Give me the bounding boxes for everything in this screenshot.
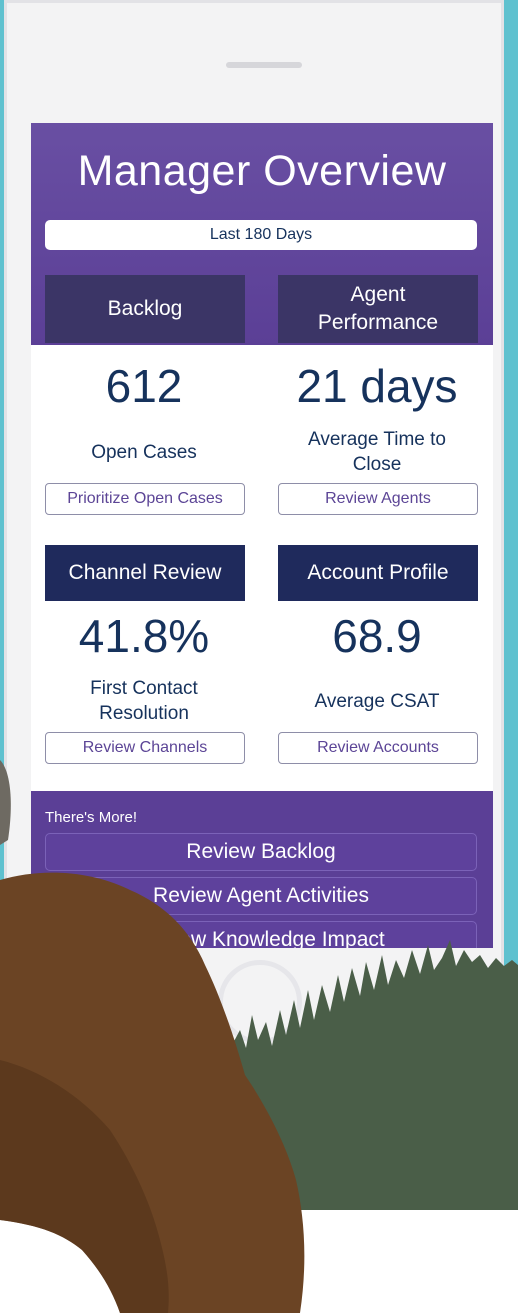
prioritize-open-cases-button[interactable]: Prioritize Open Cases	[45, 483, 245, 515]
card-header-label: Backlog	[107, 297, 183, 320]
page-title: Manager Overview	[77, 147, 447, 195]
caption-average-csat: Average CSAT	[314, 691, 440, 712]
metric-open-cases: 612	[105, 360, 183, 412]
caption-average-time-to-close: Average Time to Close	[307, 429, 446, 475]
review-accounts-button[interactable]: Review Accounts	[278, 732, 478, 764]
review-agents-button[interactable]: Review Agents	[278, 483, 478, 515]
card-header-label: Agent Performance	[317, 283, 439, 334]
caption-open-cases: Open Cases	[91, 442, 197, 463]
review-agent-activities-link[interactable]: Review Agent Activities	[45, 877, 477, 915]
card-header-backlog: Backlog	[45, 275, 245, 343]
app-screen: Manager Overview Last 180 Days Backlog 6…	[31, 123, 493, 948]
more-label: There's More!	[45, 809, 138, 826]
card-header-channel-review: Channel Review	[45, 545, 245, 601]
review-channels-button[interactable]: Review Channels	[45, 732, 245, 764]
metric-first-contact-resolution: 41.8%	[78, 610, 210, 662]
card-header-account-profile: Account Profile	[278, 545, 478, 601]
caption-first-contact-resolution: First Contact Resolution	[90, 678, 198, 724]
metric-average-time-to-close: 21 days	[296, 360, 458, 412]
home-button[interactable]	[218, 960, 302, 1044]
review-knowledge-impact-link[interactable]: Review Knowledge Impact	[45, 921, 477, 948]
metric-average-csat: 68.9	[332, 610, 422, 662]
phone-speaker	[226, 62, 302, 68]
card-header-label: Account Profile	[307, 561, 449, 584]
card-header-label: Channel Review	[68, 561, 222, 584]
date-range-selector[interactable]: Last 180 Days	[45, 220, 477, 250]
card-header-agent-performance: Agent Performance	[278, 275, 478, 343]
review-backlog-link[interactable]: Review Backlog	[45, 833, 477, 871]
